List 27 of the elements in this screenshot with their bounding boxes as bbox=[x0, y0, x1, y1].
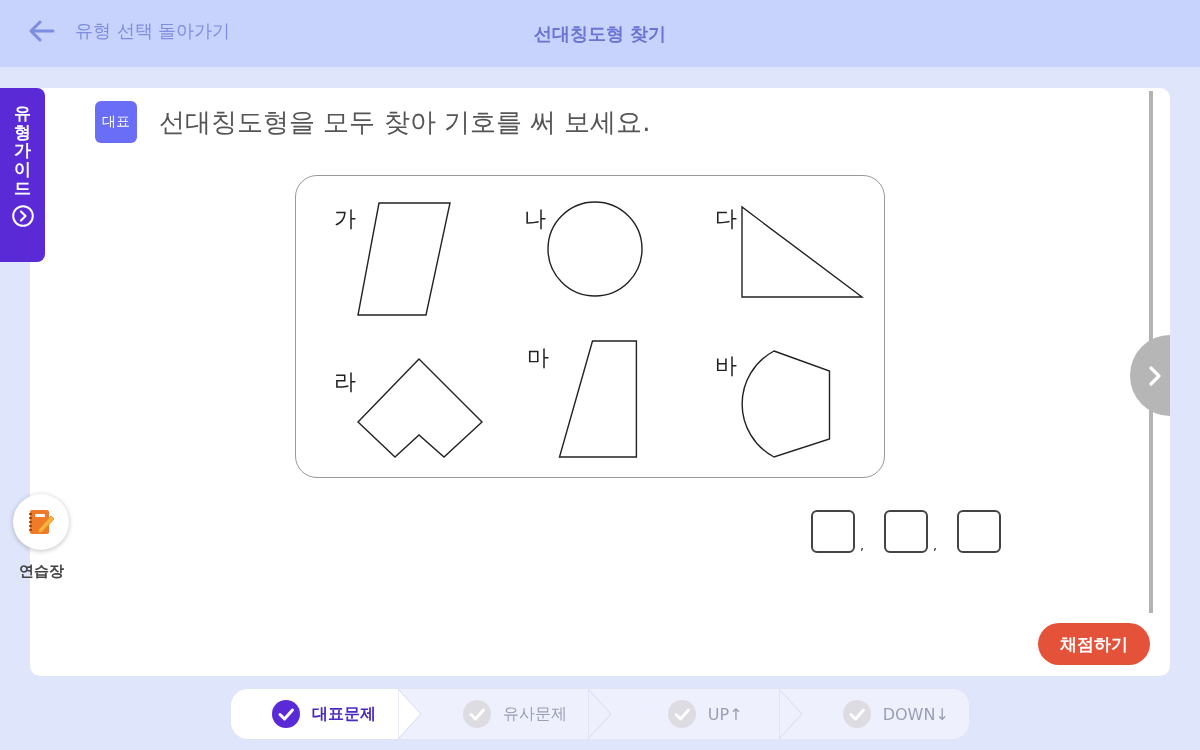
back-button[interactable]: 유형 선택 돌아가기 bbox=[29, 18, 231, 43]
submit-button[interactable]: 채점하기 bbox=[1038, 623, 1150, 665]
figure-label: 마 bbox=[527, 345, 549, 370]
answer-box[interactable] bbox=[957, 510, 1001, 553]
comma-text: , bbox=[859, 539, 866, 553]
chevron-right-icon bbox=[1149, 365, 1161, 386]
figure-label: 가 bbox=[334, 206, 356, 231]
answer-box[interactable] bbox=[884, 510, 928, 553]
page-title: 선대칭도형 찾기 bbox=[533, 21, 667, 46]
question-tag: 대표 bbox=[95, 101, 137, 143]
check-circle-icon bbox=[667, 700, 696, 728]
guide-tab[interactable]: 유형 가이드 bbox=[0, 88, 45, 262]
check-circle-icon bbox=[462, 700, 491, 728]
check-circle-icon bbox=[842, 700, 871, 728]
figure-label: 라 bbox=[334, 369, 356, 394]
check-circle-icon bbox=[272, 700, 301, 728]
practice-button[interactable] bbox=[13, 494, 69, 550]
figure-label: 바 bbox=[715, 353, 737, 378]
question-text: 선대칭도형을 모두 찾아 기호를 써 보세요. bbox=[159, 105, 651, 139]
back-arrow-icon bbox=[29, 19, 55, 42]
notebook-pencil-icon bbox=[27, 508, 55, 536]
figure-label: 나 bbox=[524, 206, 546, 231]
figure-label: 다 bbox=[715, 206, 737, 231]
answer-box[interactable] bbox=[811, 510, 855, 553]
circled-chevron-icon bbox=[11, 205, 34, 228]
practice-label: 연습장 bbox=[18, 562, 64, 581]
comma-text: , bbox=[932, 539, 939, 553]
